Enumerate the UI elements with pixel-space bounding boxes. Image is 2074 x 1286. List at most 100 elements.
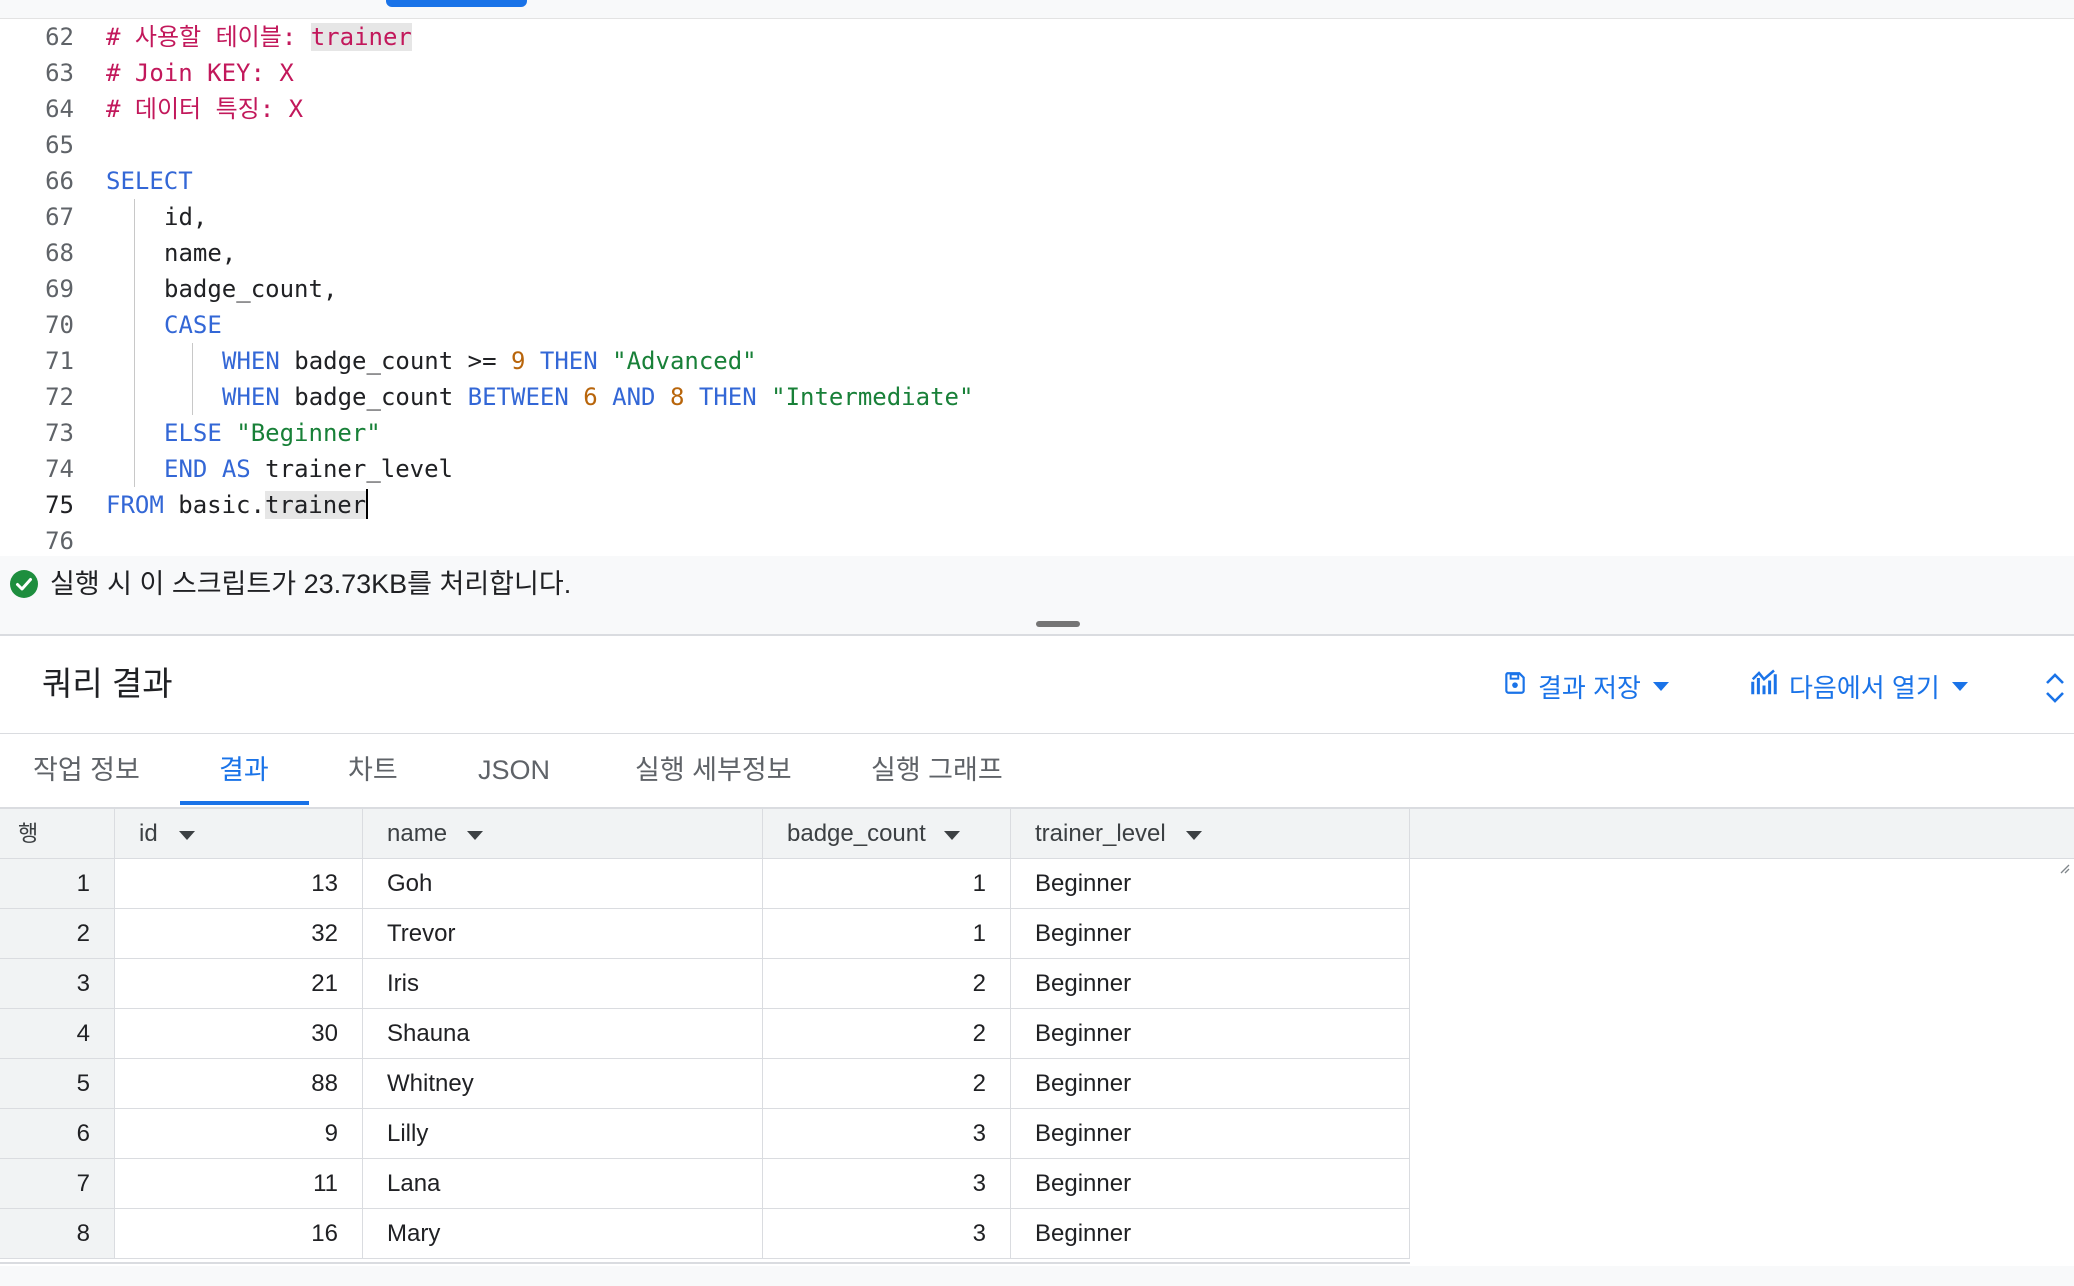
code-line[interactable]: 68 name,: [0, 235, 2074, 271]
chevron-down-icon: [1652, 681, 1669, 691]
table-cell-id[interactable]: 21: [115, 959, 363, 1009]
table-cell-trainer-level[interactable]: Beginner: [1011, 1059, 1410, 1109]
table-cell-badge-count[interactable]: 3: [763, 1159, 1011, 1209]
sort-dropdown-icon[interactable]: [467, 831, 483, 840]
code-line[interactable]: 74 END AS trainer_level: [0, 451, 2074, 487]
row-number-cell: 4: [0, 1009, 115, 1059]
table-cell-badge-count[interactable]: 3: [763, 1109, 1011, 1159]
sort-dropdown-icon[interactable]: [179, 831, 195, 840]
line-number: 75: [45, 491, 74, 519]
sort-dropdown-icon[interactable]: [1186, 831, 1202, 840]
table-cell-badge-count[interactable]: 2: [763, 1059, 1011, 1109]
table-cell-trainer-level[interactable]: Beginner: [1011, 1009, 1410, 1059]
table-cell-name[interactable]: Whitney: [363, 1059, 763, 1109]
table-cell-trainer-level[interactable]: Beginner: [1011, 859, 1410, 909]
text-caret: [366, 489, 369, 519]
table-cell-trainer-level[interactable]: Beginner: [1011, 1109, 1410, 1159]
table-cell-id[interactable]: 9: [115, 1109, 363, 1159]
code-line[interactable]: 64 # 데이터 특징: X: [0, 91, 2074, 127]
resize-grip-icon[interactable]: [1393, 842, 1405, 874]
table-cell-id[interactable]: 16: [115, 1209, 363, 1259]
table-cell-badge-count[interactable]: 1: [763, 859, 1011, 909]
code-line[interactable]: 76: [0, 523, 2074, 559]
line-number: 65: [45, 131, 74, 159]
indent-guide: [134, 271, 135, 307]
code-text: # 사용할 테이블: trainer: [106, 19, 412, 55]
table-cell-trainer-level[interactable]: Beginner: [1011, 909, 1410, 959]
code-line[interactable]: 67 id,: [0, 199, 2074, 235]
table-cell-badge-count[interactable]: 3: [763, 1209, 1011, 1259]
code-token: THEN: [698, 383, 757, 411]
code-line[interactable]: 72 WHEN badge_count BETWEEN 6 AND 8 THEN …: [0, 379, 2074, 415]
row-number-cell: 3: [0, 959, 115, 1009]
sort-dropdown-icon[interactable]: [944, 831, 960, 840]
table-cell-trainer-level[interactable]: Beginner: [1011, 959, 1410, 1009]
table-cell-badge-count[interactable]: 1: [763, 909, 1011, 959]
table-cell-name[interactable]: Trevor: [363, 909, 763, 959]
run-button-edge[interactable]: [386, 0, 527, 7]
table-cell-id[interactable]: 32: [115, 909, 363, 959]
code-token: THEN: [539, 347, 598, 375]
tab-chart[interactable]: 차트: [348, 750, 398, 790]
tab-job-info[interactable]: 작업 정보: [33, 750, 140, 790]
tab-execution-graph[interactable]: 실행 그래프: [871, 750, 1003, 790]
resize-grip-icon: [2058, 842, 2070, 874]
code-line[interactable]: 63 # Join KEY: X: [0, 55, 2074, 91]
line-number: 66: [45, 167, 74, 195]
indent-guide: [192, 379, 193, 415]
table-cell-id[interactable]: 30: [115, 1009, 363, 1059]
table-cell-name[interactable]: Lilly: [363, 1109, 763, 1159]
code-token: 9: [510, 347, 526, 375]
column-header-badge-count[interactable]: badge_count: [763, 809, 1011, 874]
table-cell-name[interactable]: Goh: [363, 859, 763, 909]
indent-guide: [134, 199, 135, 235]
panel-resize-handle[interactable]: [1036, 621, 1080, 627]
code-token: WHEN: [222, 383, 280, 411]
resize-grip-icon[interactable]: [98, 842, 110, 874]
table-cell-id[interactable]: 13: [115, 859, 363, 909]
save-results-button[interactable]: 결과 저장: [1502, 668, 1669, 704]
table-cell-id[interactable]: 11: [115, 1159, 363, 1209]
table-cell-badge-count[interactable]: 2: [763, 1009, 1011, 1059]
code-line[interactable]: 73 ELSE "Beginner": [0, 415, 2074, 451]
table-cell-name[interactable]: Mary: [363, 1209, 763, 1259]
column-header-label: badge_count: [787, 820, 926, 847]
code-line[interactable]: 62 # 사용할 테이블: trainer: [0, 19, 2074, 55]
table-cell-trainer-level[interactable]: Beginner: [1011, 1209, 1410, 1259]
horizontal-scrollbar[interactable]: [0, 1266, 2074, 1286]
table-cell-badge-count[interactable]: 2: [763, 959, 1011, 1009]
code-line[interactable]: 69 badge_count,: [0, 271, 2074, 307]
table-cell-name[interactable]: Lana: [363, 1159, 763, 1209]
code-token: # Join KEY: X: [106, 59, 294, 87]
code-token: badge_count >=: [279, 347, 511, 375]
table-cell-trainer-level[interactable]: Beginner: [1011, 1159, 1410, 1209]
table-cell-name[interactable]: Shauna: [363, 1009, 763, 1059]
code-line[interactable]: 71 WHEN badge_count >= 9 THEN "Advanced": [0, 343, 2074, 379]
column-header-name[interactable]: name: [363, 809, 763, 874]
code-token: FROM: [106, 491, 164, 519]
tab-json[interactable]: JSON: [478, 750, 550, 790]
line-number: 62: [45, 23, 74, 51]
code-text: SELECT: [106, 163, 193, 199]
code-line[interactable]: 75 FROM basic.trainer: [0, 487, 2074, 523]
sql-editor[interactable]: 62 # 사용할 테이블: trainer 63 # Join KEY: X 64 # 데…: [0, 19, 2074, 556]
resize-grip-icon[interactable]: [746, 842, 758, 874]
tab-results[interactable]: 결과: [219, 750, 269, 790]
code-line[interactable]: 66 SELECT: [0, 163, 2074, 199]
indent-guide: [134, 451, 135, 487]
code-token: trainer: [264, 491, 367, 519]
tab-execution-details[interactable]: 실행 세부정보: [635, 750, 792, 790]
code-line[interactable]: 70 CASE: [0, 307, 2074, 343]
column-header-trainer-level[interactable]: trainer_level: [1011, 809, 1410, 874]
table-cell-id[interactable]: 88: [115, 1059, 363, 1109]
expand-collapse-icon[interactable]: [2044, 668, 2066, 708]
table-cell-name[interactable]: Iris: [363, 959, 763, 1009]
line-number: 72: [45, 383, 74, 411]
resize-grip-icon[interactable]: [346, 842, 358, 874]
code-line[interactable]: 65: [0, 127, 2074, 163]
open-in-button[interactable]: 다음에서 열기: [1749, 668, 1968, 704]
resize-grip-icon[interactable]: [994, 842, 1006, 874]
column-header-id[interactable]: id: [115, 809, 363, 874]
